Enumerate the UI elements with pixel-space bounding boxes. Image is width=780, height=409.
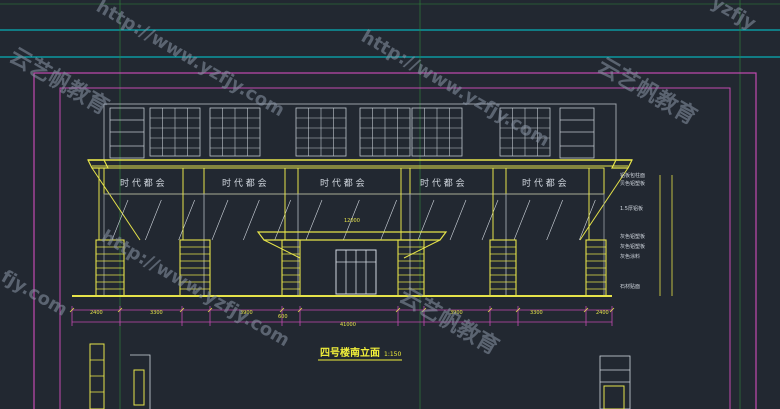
store-sign-1: 时 代 都 会 — [120, 177, 165, 189]
store-sign-2: 时 代 都 会 — [222, 177, 267, 189]
dim-bottom-6: 2400 — [596, 310, 609, 316]
dim-mid: 600 — [278, 314, 288, 320]
drawing-scale: 1:150 — [384, 351, 401, 358]
elevation-drawing: 2400 3300 3900 3900 3300 2400 41000 600 … — [0, 0, 780, 409]
note-7: 石材贴面 — [620, 283, 640, 290]
dim-bottom-2: 3300 — [150, 310, 163, 316]
store-sign-3: 时 代 都 会 — [320, 177, 365, 189]
note-6: 灰色涂料 — [620, 253, 640, 260]
note-5: 灰色铝塑板 — [620, 243, 645, 250]
center-label: 12000 — [344, 218, 360, 224]
note-1: 铝板包柱面 — [620, 172, 645, 179]
store-sign-5: 时 代 都 会 — [522, 177, 567, 189]
dim-bottom-5: 3300 — [530, 310, 543, 316]
cad-drawing-canvas[interactable]: 2400 3300 3900 3900 3300 2400 41000 600 … — [0, 0, 780, 409]
dim-overall: 41000 — [340, 322, 356, 328]
store-sign-4: 时 代 都 会 — [420, 177, 465, 189]
note-3: 1.5厚铝板 — [620, 205, 643, 212]
drawing-title-text: 四号楼南立面 — [320, 346, 380, 359]
dim-bottom-1: 2400 — [90, 310, 103, 316]
note-4: 灰色铝塑板 — [620, 233, 645, 240]
note-2: 贝色铝塑板 — [620, 180, 645, 187]
